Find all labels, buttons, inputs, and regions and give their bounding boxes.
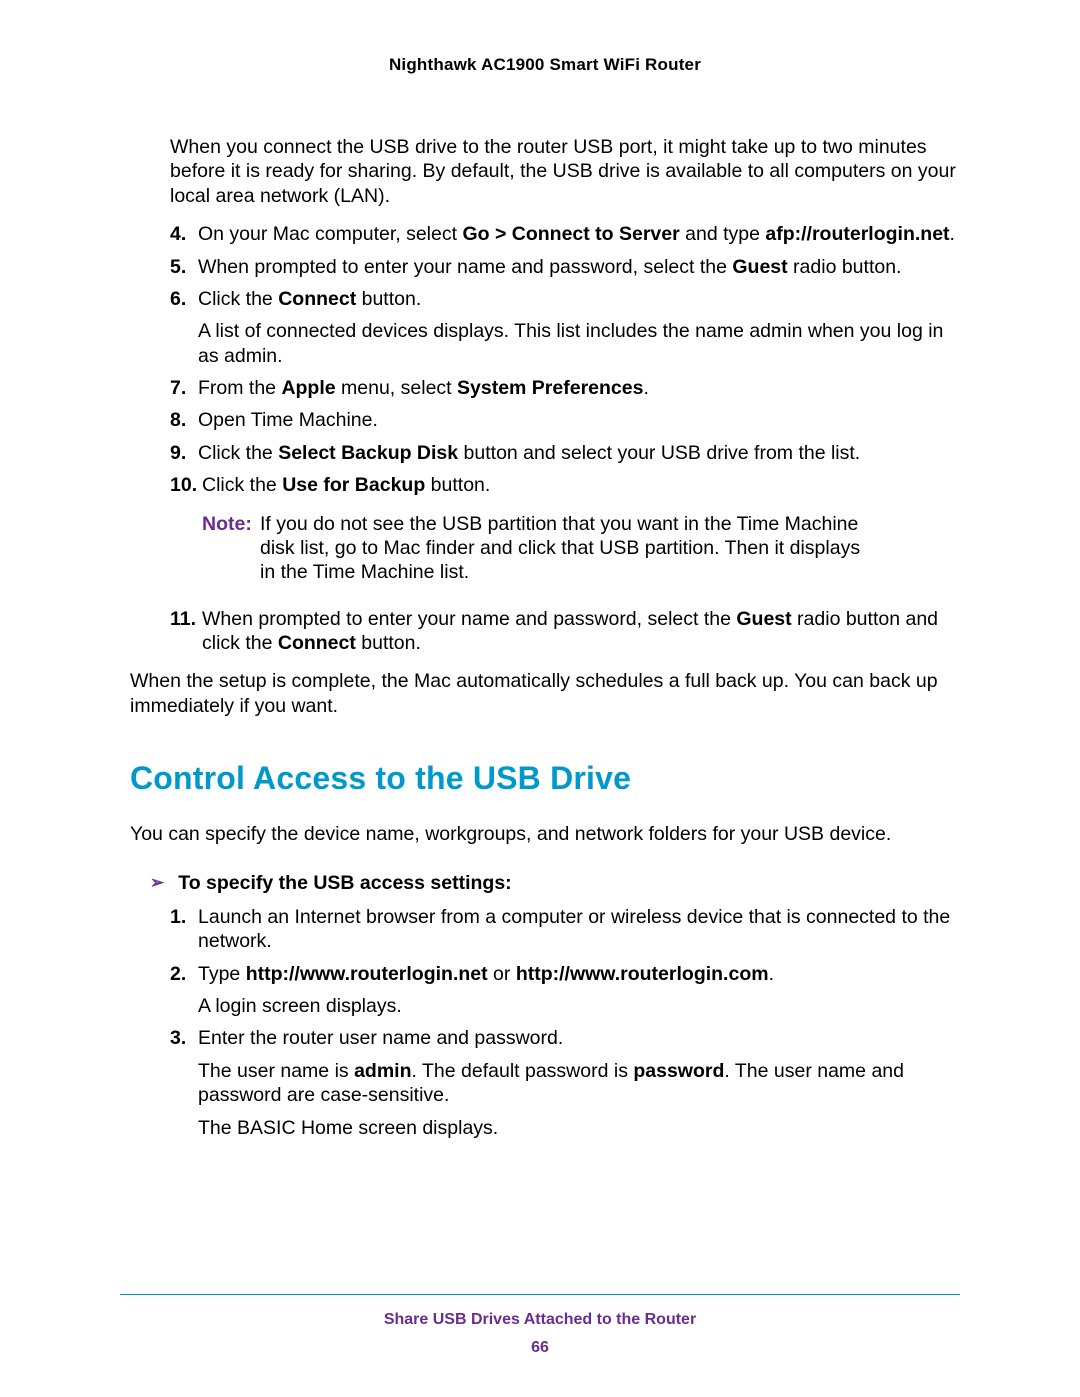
step-number: 2. bbox=[170, 962, 198, 1019]
step-text: From the Apple menu, select System Prefe… bbox=[198, 376, 960, 400]
note-text: If you do not see the USB partition that… bbox=[260, 512, 960, 585]
step-body: On your Mac computer, select Go > Connec… bbox=[198, 222, 960, 246]
task-heading-text: To specify the USB access settings: bbox=[178, 871, 511, 895]
step-item: 11.When prompted to enter your name and … bbox=[170, 607, 960, 656]
step-item: 2.Type http://www.routerlogin.net or htt… bbox=[170, 962, 960, 1019]
conclusion-paragraph: When the setup is complete, the Mac auto… bbox=[130, 669, 960, 718]
step-body: When prompted to enter your name and pas… bbox=[202, 607, 960, 656]
step-body: Open Time Machine. bbox=[198, 408, 960, 432]
page-footer: Share USB Drives Attached to the Router … bbox=[120, 1294, 960, 1357]
step-text: When prompted to enter your name and pas… bbox=[202, 607, 960, 656]
step-after-text-2: The BASIC Home screen displays. bbox=[198, 1116, 960, 1140]
document-page: Nighthawk AC1900 Smart WiFi Router When … bbox=[0, 0, 1080, 1397]
task-heading: ➢ To specify the USB access settings: bbox=[150, 871, 960, 895]
step-text: Click the Connect button. bbox=[198, 287, 960, 311]
step-after-text: A list of connected devices displays. Th… bbox=[198, 319, 960, 368]
step-item: 8.Open Time Machine. bbox=[170, 408, 960, 432]
step-number: 5. bbox=[170, 255, 198, 279]
step-text: Type http://www.routerlogin.net or http:… bbox=[198, 962, 960, 986]
step-item: 10.Click the Use for Backup button. Note:… bbox=[170, 473, 960, 599]
step-item: 9.Click the Select Backup Disk button an… bbox=[170, 441, 960, 465]
footer-chapter: Share USB Drives Attached to the Router bbox=[120, 1311, 960, 1329]
step-after-text: The user name is admin. The default pass… bbox=[198, 1059, 960, 1108]
step-text: Enter the router user name and password. bbox=[198, 1026, 960, 1050]
step-item: 7.From the Apple menu, select System Pre… bbox=[170, 376, 960, 400]
page-header-title: Nighthawk AC1900 Smart WiFi Router bbox=[130, 55, 960, 75]
step-text: Click the Use for Backup button. bbox=[202, 473, 960, 497]
step-text: On your Mac computer, select Go > Connec… bbox=[198, 222, 960, 246]
step-number: 8. bbox=[170, 408, 198, 432]
note-label: Note: bbox=[202, 512, 260, 585]
intro-paragraph: When you connect the USB drive to the ro… bbox=[170, 135, 960, 208]
step-text: Click the Select Backup Disk button and … bbox=[198, 441, 960, 465]
step-text: Launch an Internet browser from a comput… bbox=[198, 905, 960, 954]
step-body: Launch an Internet browser from a comput… bbox=[198, 905, 960, 954]
step-number: 9. bbox=[170, 441, 198, 465]
steps-list-b: 1.Launch an Internet browser from a comp… bbox=[170, 905, 960, 1140]
step-body: From the Apple menu, select System Prefe… bbox=[198, 376, 960, 400]
step-body: Click the Connect button. A list of conne… bbox=[198, 287, 960, 368]
step-number: 6. bbox=[170, 287, 198, 368]
step-body: Type http://www.routerlogin.net or http:… bbox=[198, 962, 960, 1019]
step-number: 3. bbox=[170, 1026, 198, 1140]
footer-rule bbox=[120, 1294, 960, 1295]
step-after-text: A login screen displays. bbox=[198, 994, 960, 1018]
section-heading: Control Access to the USB Drive bbox=[130, 758, 960, 798]
step-text: Open Time Machine. bbox=[198, 408, 960, 432]
steps-list-a: 4.On your Mac computer, select Go > Conn… bbox=[170, 222, 960, 655]
step-text: When prompted to enter your name and pas… bbox=[198, 255, 960, 279]
step-item: 1.Launch an Internet browser from a comp… bbox=[170, 905, 960, 954]
step-number: 7. bbox=[170, 376, 198, 400]
step-body: Click the Use for Backup button. Note:If … bbox=[202, 473, 960, 599]
arrow-icon: ➢ bbox=[150, 871, 164, 895]
note-block: Note:If you do not see the USB partition… bbox=[202, 512, 960, 585]
step-number: 10. bbox=[170, 473, 202, 599]
step-body: Click the Select Backup Disk button and … bbox=[198, 441, 960, 465]
step-body: Enter the router user name and password.… bbox=[198, 1026, 960, 1140]
footer-page-number: 66 bbox=[120, 1339, 960, 1357]
step-body: When prompted to enter your name and pas… bbox=[198, 255, 960, 279]
step-number: 1. bbox=[170, 905, 198, 954]
step-number: 11. bbox=[170, 607, 202, 656]
page-content: When you connect the USB drive to the ro… bbox=[130, 135, 960, 1140]
step-item: 3.Enter the router user name and passwor… bbox=[170, 1026, 960, 1140]
step-item: 4.On your Mac computer, select Go > Conn… bbox=[170, 222, 960, 246]
step-number: 4. bbox=[170, 222, 198, 246]
step-item: 5.When prompted to enter your name and p… bbox=[170, 255, 960, 279]
step-item: 6.Click the Connect button. A list of con… bbox=[170, 287, 960, 368]
section-intro: You can specify the device name, workgro… bbox=[130, 822, 960, 846]
